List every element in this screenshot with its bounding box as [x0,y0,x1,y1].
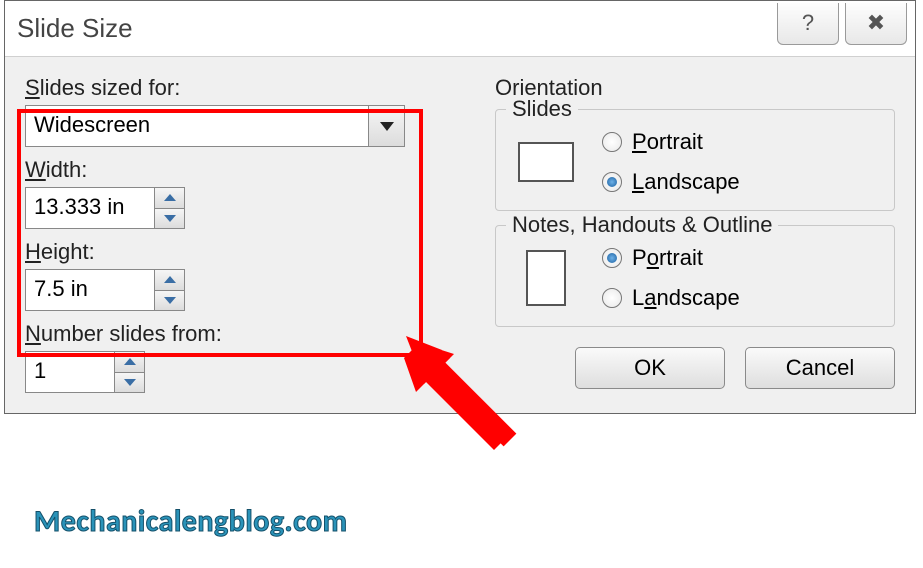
arrow-up-icon [164,276,176,283]
close-icon: ✖ [867,10,885,36]
number-spin-up[interactable] [115,352,144,372]
width-spin-down[interactable] [155,208,184,229]
height-label: Height: [25,239,455,265]
number-slides-from-label: Number slides from: [25,321,455,347]
slides-orientation-group: Slides Portrait Landscape [495,109,895,211]
number-spin-down[interactable] [115,372,144,393]
cancel-button[interactable]: Cancel [745,347,895,389]
arrow-down-icon [164,215,176,222]
combobox-dropdown-button[interactable] [368,106,404,146]
slides-landscape-radio[interactable]: Landscape [602,169,740,195]
number-from-value: 1 [26,352,114,392]
landscape-page-icon [516,134,578,190]
height-value: 7.5 in [26,270,154,310]
slides-group-label: Slides [506,96,578,122]
arrow-up-icon [124,358,136,365]
height-spin-down[interactable] [155,290,184,311]
titlebar: Slide Size ? ✖ [5,1,915,57]
width-value: 13.333 in [26,188,154,228]
notes-orientation-group: Notes, Handouts & Outline Portrait Lands… [495,225,895,327]
watermark-text: Mechanicalengblog.com [34,503,348,540]
radio-icon [602,132,622,152]
left-column: Slides sized for: Widescreen Width: 13.3… [25,75,455,393]
radio-label: Portrait [632,129,703,155]
notes-portrait-radio[interactable]: Portrait [602,245,740,271]
arrow-down-icon [124,379,136,386]
dialog-buttons: OK Cancel [495,347,895,389]
height-spinner[interactable]: 7.5 in [25,269,185,311]
height-spin-up[interactable] [155,270,184,290]
right-column: Orientation Slides Portrait Land [495,75,895,389]
arrow-up-icon [164,194,176,201]
slides-sized-for-value: Widescreen [26,106,368,146]
portrait-page-icon [516,250,578,306]
radio-label: Landscape [632,285,740,311]
width-spin-up[interactable] [155,188,184,208]
dialog-content: Slides sized for: Widescreen Width: 13.3… [5,57,915,413]
chevron-down-icon [380,122,394,131]
help-icon: ? [802,10,814,36]
close-button[interactable]: ✖ [845,3,907,45]
width-label: Width: [25,157,455,183]
number-from-spinner[interactable]: 1 [25,351,145,393]
help-button[interactable]: ? [777,3,839,45]
slides-sized-for-combobox[interactable]: Widescreen [25,105,405,147]
width-spinner[interactable]: 13.333 in [25,187,185,229]
radio-label: Landscape [632,169,740,195]
dialog-title: Slide Size [13,13,771,44]
slide-size-dialog: Slide Size ? ✖ Slides sized for: Widescr… [4,0,916,414]
radio-icon [602,172,622,192]
radio-label: Portrait [632,245,703,271]
notes-landscape-radio[interactable]: Landscape [602,285,740,311]
slides-sized-for-label: Slides sized for: [25,75,455,101]
arrow-down-icon [164,297,176,304]
slides-portrait-radio[interactable]: Portrait [602,129,740,155]
ok-button[interactable]: OK [575,347,725,389]
notes-group-label: Notes, Handouts & Outline [506,212,778,238]
radio-icon [602,248,622,268]
radio-icon [602,288,622,308]
